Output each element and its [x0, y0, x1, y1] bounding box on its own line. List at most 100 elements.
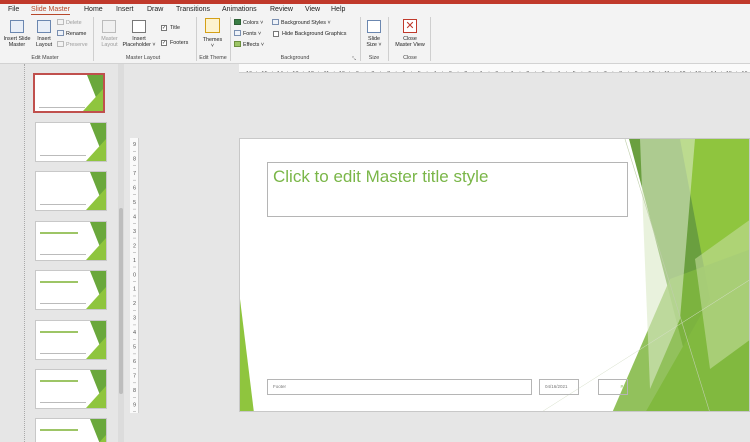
thumbnail-graphic [86, 337, 106, 359]
effects-icon [234, 41, 241, 47]
thumbnail-footer-line [40, 402, 86, 403]
tab-transitions[interactable]: Transitions [176, 4, 210, 15]
close-icon: ✕ [403, 19, 417, 33]
title-checkbox-label: Title [170, 25, 180, 31]
slide-master-canvas[interactable]: Click to edit Master title style Footer … [239, 138, 750, 412]
tab-draw[interactable]: Draw [147, 4, 163, 15]
thumbnail-graphic [86, 188, 106, 210]
ruler-tick-label: 3 [133, 316, 136, 322]
vertical-ruler-ticks: 9 8 7 6 5 4 3 2 1 0 1 2 3 4 5 6 7 8 9 [133, 142, 136, 413]
footers-checkbox-label: Footers [170, 40, 189, 46]
thumbnail-title-line [40, 232, 78, 234]
ruler-tick-label: 2 [464, 71, 467, 73]
date-placeholder[interactable]: 04/16/2021 [539, 379, 579, 395]
horizontal-ruler-ticks: 1615141312111098765432101234567891011121… [246, 71, 748, 73]
ruler-tick-label: 4 [433, 71, 436, 73]
dialog-launcher-icon[interactable]: ⤡ [352, 56, 356, 62]
fonts-label: Fonts ˅ [243, 31, 262, 37]
footer-placeholder[interactable]: Footer [267, 379, 532, 395]
placeholder-icon [132, 20, 146, 33]
ruler-tick-label: 6 [588, 71, 591, 73]
tab-help[interactable]: Help [331, 4, 345, 15]
ruler-tick-label: 4 [133, 214, 136, 220]
background-shape-left [240, 299, 254, 411]
tab-home[interactable]: Home [84, 4, 103, 15]
slide-thumbnail[interactable] [35, 171, 107, 211]
ruler-tick-label: 1 [480, 71, 483, 73]
ruler-tick-label: 10 [649, 71, 655, 73]
ruler-tick-label: 9 [133, 403, 136, 409]
group-label-master-layout: Master Layout [125, 55, 161, 61]
ribbon-separator [388, 17, 389, 61]
ruler-tick-label: 2 [526, 71, 529, 73]
ruler-tick-label: 2 [133, 301, 136, 307]
rename-icon [57, 30, 64, 36]
insert-placeholder-label-2: Placeholder ˅ [122, 42, 156, 48]
fonts-icon [234, 30, 241, 36]
thumbnail-title-line [40, 380, 78, 382]
ruler-tick-label: 10 [339, 71, 345, 73]
thumbnail-graphic [86, 386, 106, 408]
hide-background-graphics-checkbox[interactable]: ✓ [273, 31, 279, 37]
title-checkbox[interactable]: ✓ [161, 25, 167, 31]
hide-background-graphics-label: Hide Background Graphics [282, 31, 347, 37]
thumbnail-graphic [86, 139, 106, 161]
ruler-tick-label: 1 [133, 258, 136, 264]
ruler-tick-label: 1 [511, 71, 514, 73]
slide-size-icon [367, 20, 381, 33]
ribbon-separator [430, 17, 431, 61]
tab-view[interactable]: View [305, 4, 320, 15]
colors-icon [234, 19, 241, 25]
horizontal-ruler: 1615141312111098765432101234567891011121… [239, 64, 750, 73]
ruler-tick-label: 14 [277, 71, 283, 73]
title-placeholder[interactable]: Click to edit Master title style [267, 162, 628, 217]
tab-file[interactable]: File [8, 4, 19, 15]
effects-label: Effects ˅ [243, 42, 265, 48]
thumbnail-footer-line [40, 353, 86, 354]
group-label-close: Close [403, 55, 417, 61]
ruler-tick-label: 13 [292, 71, 298, 73]
slide-thumbnail[interactable] [35, 221, 107, 261]
slide-thumbnail[interactable] [33, 73, 105, 113]
layout-icon [37, 20, 51, 33]
ruler-tick-label: 3 [542, 71, 545, 73]
ruler-tick-label: 6 [402, 71, 405, 73]
ruler-tick-label: 5 [418, 71, 421, 73]
ruler-tick-label: 11 [664, 71, 670, 73]
slide-thumbnail[interactable] [35, 369, 107, 409]
ruler-tick-label: 5 [133, 345, 136, 351]
ruler-tick-label: 9 [133, 142, 136, 148]
themes-dropdown-icon: ˅ [210, 43, 215, 49]
ruler-tick-label: 6 [133, 359, 136, 365]
ruler-tick-label: 8 [133, 156, 136, 162]
slide-master-icon [10, 20, 24, 33]
slide-thumbnail[interactable] [35, 270, 107, 310]
ruler-tick-label: 8 [371, 71, 374, 73]
ruler-tick-label: 14 [710, 71, 716, 73]
themes-icon [205, 18, 220, 33]
powerpoint-window: File Slide Master Home Insert Draw Trans… [0, 0, 750, 442]
thumbnail-footer-line [40, 303, 86, 304]
ruler-tick-label: 0 [133, 272, 136, 278]
preserve-icon [57, 41, 64, 47]
ruler-tick-label: 8 [133, 388, 136, 394]
footers-checkbox[interactable]: ✓ [161, 40, 167, 46]
slide-size-label-2: Size ˅ [366, 42, 382, 48]
tab-slide-master[interactable]: Slide Master [31, 4, 70, 15]
thumbnail-title-line [40, 429, 78, 431]
slide-number-placeholder[interactable]: # [598, 379, 628, 395]
tab-insert[interactable]: Insert [116, 4, 134, 15]
tab-animations[interactable]: Animations [222, 4, 257, 15]
thumbnail-scrollbar-thumb[interactable] [119, 208, 123, 394]
ruler-tick-label: 3 [449, 71, 452, 73]
tab-review[interactable]: Review [270, 4, 293, 15]
slide-thumbnail[interactable] [35, 320, 107, 360]
slide-thumbnail[interactable] [35, 122, 107, 162]
slide-thumbnail[interactable] [35, 418, 107, 442]
title-placeholder-text[interactable]: Click to edit Master title style [273, 167, 488, 187]
ruler-tick-label: 7 [133, 374, 136, 380]
thumbnail-footer-line [39, 107, 85, 108]
ruler-tick-label: 5 [133, 200, 136, 206]
close-master-view-label-2: Master View [395, 42, 425, 48]
thumbnail-footer-line [40, 155, 86, 156]
